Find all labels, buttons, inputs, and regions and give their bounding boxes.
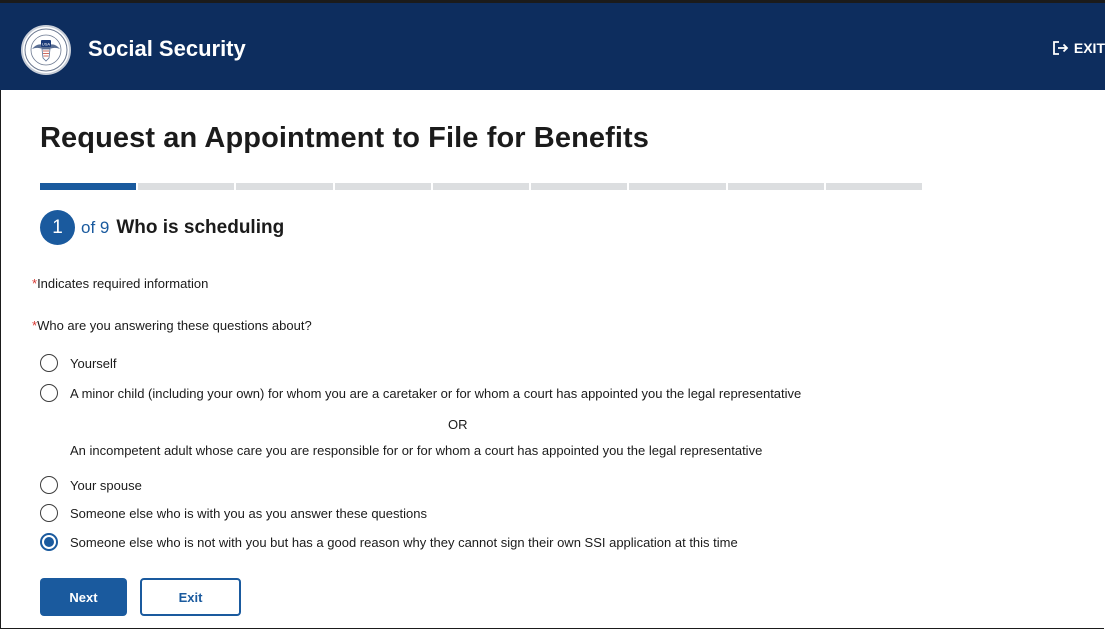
progress-segment [334, 183, 431, 190]
progress-segment [236, 183, 333, 190]
progress-segment [138, 183, 235, 190]
exit-button[interactable]: Exit [140, 578, 241, 616]
radio-label: Yourself [70, 355, 117, 371]
radio-label: Someone else who is with you as you answ… [70, 505, 427, 521]
radio-button[interactable] [40, 354, 58, 372]
header-exit-link[interactable]: EXIT [1052, 40, 1105, 56]
radio-button[interactable] [40, 476, 58, 494]
required-note-text: Indicates required information [37, 276, 209, 291]
step-indicator: 1 of 9 Who is scheduling [40, 210, 284, 245]
question-text: Who are you answering these questions ab… [37, 318, 312, 333]
progress-bar [40, 183, 922, 190]
radio-button[interactable] [40, 533, 58, 551]
radio-button[interactable] [40, 384, 58, 402]
progress-segment [825, 183, 922, 190]
step-number-badge: 1 [40, 210, 75, 245]
or-separator: OR [448, 417, 468, 432]
page-title: Request an Appointment to File for Benef… [40, 122, 650, 154]
step-of-total: of 9 [81, 217, 110, 237]
header-exit-label: EXIT [1073, 40, 1105, 56]
progress-segment [531, 183, 628, 190]
progress-segment [40, 183, 137, 190]
exit-icon [1052, 40, 1070, 56]
radio-label: Your spouse [70, 477, 142, 493]
radio-option-spouse[interactable]: Your spouse [40, 476, 142, 494]
radio-option-someone-with-you[interactable]: Someone else who is with you as you answ… [40, 504, 427, 522]
radio-label: Someone else who is not with you but has… [70, 534, 738, 550]
question-label: *Who are you answering these questions a… [32, 318, 312, 333]
ssa-seal-logo: USA [21, 25, 71, 75]
svg-text:USA: USA [42, 42, 51, 47]
progress-segment [432, 183, 530, 190]
next-button[interactable]: Next [40, 578, 127, 616]
site-brand[interactable]: Social Security [88, 36, 246, 62]
step-title: Who is scheduling [116, 216, 285, 238]
radio-button[interactable] [40, 504, 58, 522]
progress-segment [629, 183, 726, 190]
incompetent-adult-text: An incompetent adult whose care you are … [70, 443, 763, 458]
progress-segment [727, 183, 824, 190]
radio-option-someone-not-with-you[interactable]: Someone else who is not with you but has… [40, 533, 738, 551]
required-note: *Indicates required information [32, 276, 208, 291]
site-header: USA Social Security EXIT [0, 0, 1105, 90]
radio-label: A minor child (including your own) for w… [70, 385, 802, 401]
radio-option-yourself[interactable]: Yourself [40, 354, 117, 372]
radio-option-minor-child[interactable]: A minor child (including your own) for w… [40, 384, 801, 402]
